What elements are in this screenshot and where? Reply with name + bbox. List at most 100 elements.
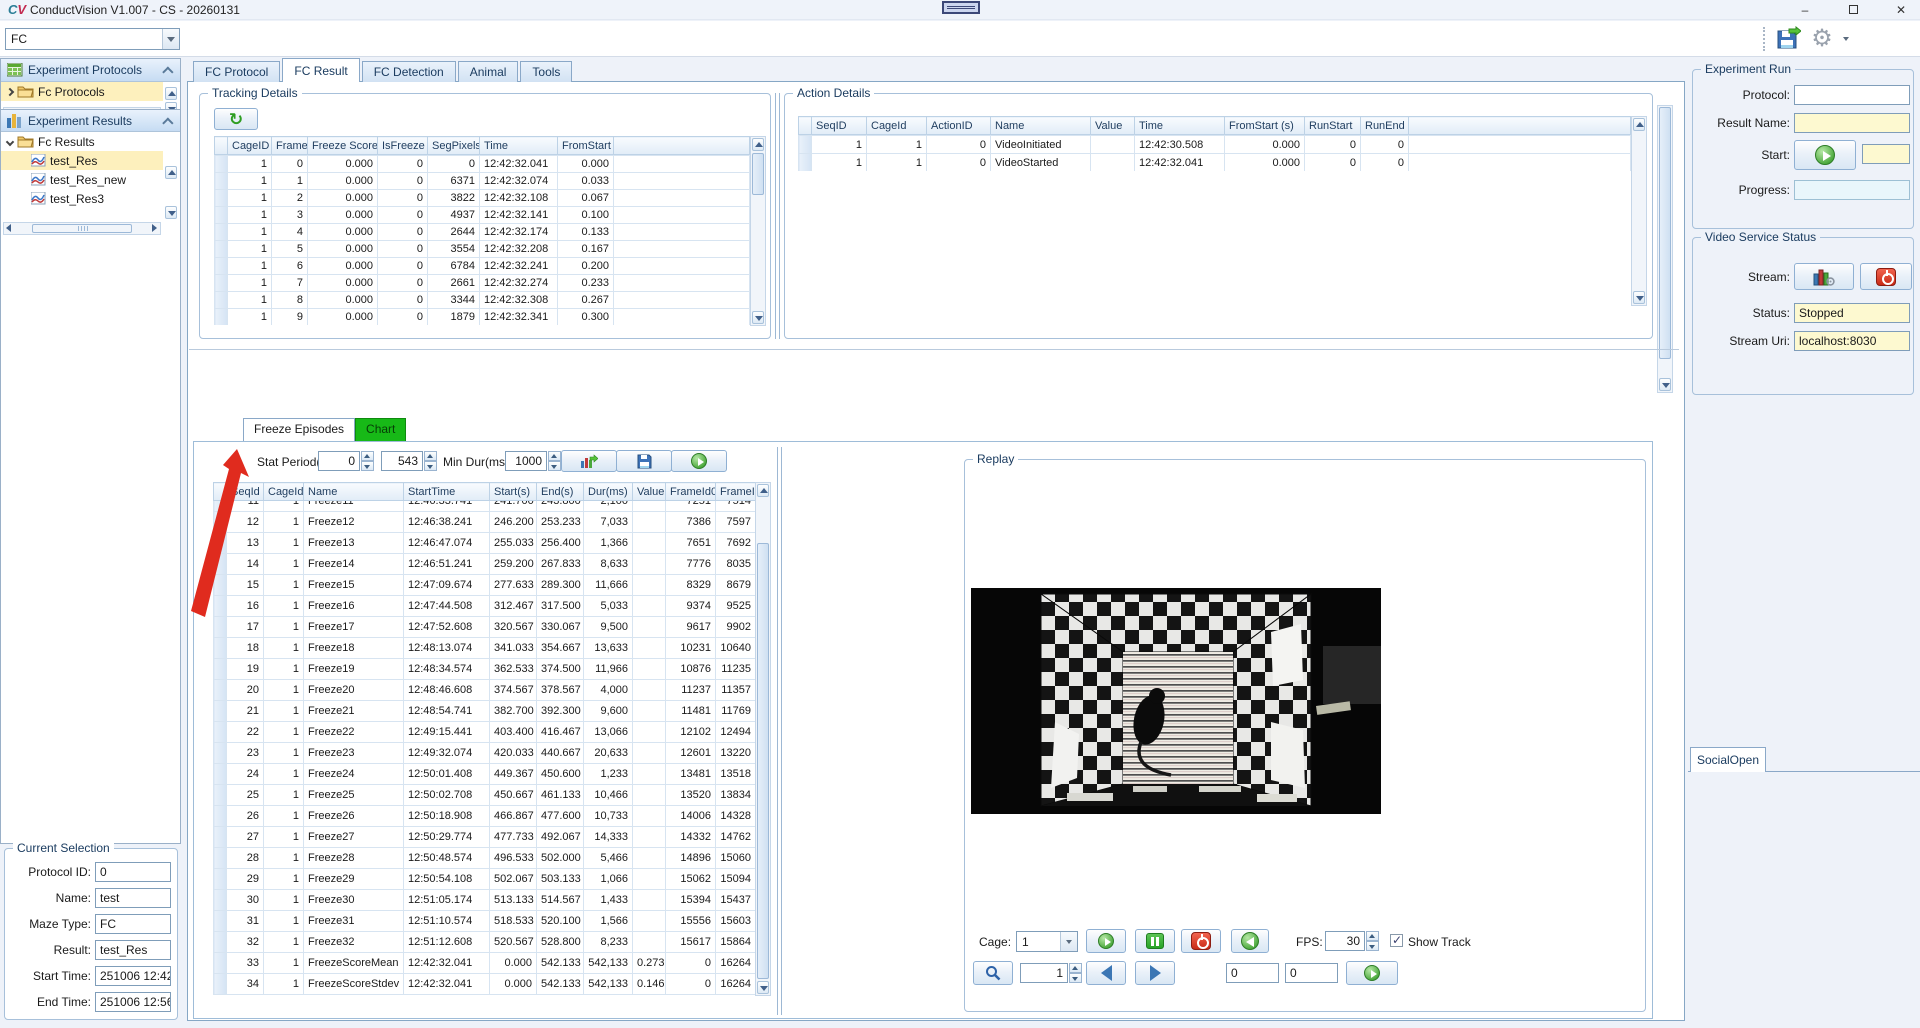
table-cell[interactable]: 4937 bbox=[427, 206, 480, 224]
table-cell[interactable]: 1,066 bbox=[583, 868, 633, 890]
table-cell[interactable]: 1 bbox=[263, 511, 304, 533]
stat-from-spinner[interactable]: 0 bbox=[318, 451, 374, 471]
table-cell[interactable]: 246.200 bbox=[489, 511, 537, 533]
action-table[interactable]: SeqID CageId ActionID Name Value Time FromStar… bbox=[798, 116, 1631, 171]
table-row[interactable]: 24 1 Freeze24 12:50:01.408 449.367 450.600 1,2… bbox=[213, 763, 755, 785]
table-cell[interactable]: 0 bbox=[377, 223, 428, 241]
table-cell[interactable]: 5 bbox=[271, 240, 308, 258]
table-cell[interactable] bbox=[632, 931, 666, 953]
table-cell[interactable] bbox=[632, 784, 666, 806]
table-cell[interactable]: 21 bbox=[226, 700, 264, 722]
table-cell[interactable]: 12:51:10.574 bbox=[403, 910, 490, 932]
table-cell[interactable]: 5,033 bbox=[583, 595, 633, 617]
row-selector[interactable] bbox=[213, 931, 227, 953]
stat-to-value[interactable]: 543 bbox=[381, 451, 423, 471]
row-selector[interactable] bbox=[213, 952, 227, 974]
table-cell[interactable] bbox=[1090, 153, 1135, 171]
table-row[interactable]: 25 1 Freeze25 12:50:02.708 450.667 461.133 10,… bbox=[213, 784, 755, 806]
table-cell[interactable] bbox=[632, 763, 666, 785]
row-selector[interactable] bbox=[213, 658, 227, 680]
table-cell[interactable]: 0.200 bbox=[557, 257, 614, 275]
table-cell[interactable]: Freeze19 bbox=[303, 658, 404, 680]
table-cell[interactable] bbox=[632, 574, 666, 596]
replay-rewind-button[interactable] bbox=[1231, 929, 1269, 953]
range-to-field[interactable]: 0 bbox=[1285, 963, 1338, 983]
prev-frame-button[interactable] bbox=[1086, 961, 1126, 985]
table-cell[interactable]: 320.567 bbox=[489, 616, 537, 638]
table-cell[interactable]: 0 bbox=[1304, 135, 1361, 154]
table-cell[interactable]: 528.800 bbox=[536, 931, 584, 953]
table-cell[interactable]: 12:42:32.174 bbox=[479, 223, 558, 241]
table-cell[interactable]: 9374 bbox=[665, 595, 716, 617]
scroll-left-icon[interactable] bbox=[4, 224, 15, 233]
table-cell[interactable]: 12494 bbox=[715, 721, 755, 743]
spin-up-icon[interactable] bbox=[1366, 931, 1379, 941]
table-cell[interactable]: 18 bbox=[226, 637, 264, 659]
table-row[interactable]: 18 1 Freeze18 12:48:13.074 341.033 354.667 13,… bbox=[213, 637, 755, 659]
row-selector[interactable] bbox=[214, 172, 228, 190]
table-cell[interactable]: 520.100 bbox=[536, 910, 584, 932]
spin-up-icon[interactable] bbox=[1069, 963, 1082, 973]
table-cell[interactable]: 362.533 bbox=[489, 658, 537, 680]
save-export-button[interactable] bbox=[1772, 24, 1804, 54]
table-cell[interactable]: 6784 bbox=[427, 257, 480, 275]
frame-search-button[interactable] bbox=[973, 961, 1013, 985]
tab-chart[interactable]: Chart bbox=[355, 418, 407, 441]
table-cell[interactable]: 14006 bbox=[665, 805, 716, 827]
table-row[interactable]: 14 1 Freeze14 12:46:51.241 259.200 267.833 8,6… bbox=[213, 553, 755, 575]
table-row[interactable]: 26 1 Freeze26 12:50:18.908 466.867 477.600 10,… bbox=[213, 805, 755, 827]
table-row[interactable]: 17 1 Freeze17 12:47:52.608 320.567 330.067 9,5… bbox=[213, 616, 755, 638]
table-cell[interactable]: 1 bbox=[227, 223, 272, 241]
table-cell[interactable]: 11769 bbox=[715, 700, 755, 722]
min-dur-value[interactable]: 1000 bbox=[505, 451, 547, 471]
combo-dropdown-button[interactable] bbox=[162, 29, 179, 49]
table-cell[interactable]: 1 bbox=[263, 784, 304, 806]
table-cell[interactable]: 12:46:38.241 bbox=[403, 511, 490, 533]
table-cell[interactable]: 12:42:32.341 bbox=[479, 308, 558, 325]
table-cell[interactable]: 32 bbox=[226, 931, 264, 953]
table-cell[interactable]: Freeze27 bbox=[303, 826, 404, 848]
table-cell[interactable] bbox=[632, 868, 666, 890]
table-cell[interactable]: 1 bbox=[263, 742, 304, 764]
table-cell[interactable]: 13220 bbox=[715, 742, 755, 764]
vertical-splitter[interactable] bbox=[777, 447, 782, 1015]
table-cell[interactable]: 1 bbox=[227, 155, 272, 173]
table-row[interactable]: 21 1 Freeze21 12:48:54.741 382.700 392.300 9,6… bbox=[213, 700, 755, 722]
table-cell[interactable] bbox=[1090, 135, 1135, 154]
table-cell[interactable]: Freeze20 bbox=[303, 679, 404, 701]
table-cell[interactable]: 1 bbox=[263, 952, 304, 974]
table-cell[interactable]: 7651 bbox=[665, 532, 716, 554]
table-cell[interactable]: 13520 bbox=[665, 784, 716, 806]
panel-header-protocols[interactable]: Experiment Protocols bbox=[1, 59, 180, 82]
table-cell[interactable]: 382.700 bbox=[489, 700, 537, 722]
table-cell[interactable]: 20 bbox=[226, 679, 264, 701]
table-cell[interactable]: 12102 bbox=[665, 721, 716, 743]
table-cell[interactable]: 7386 bbox=[665, 511, 716, 533]
table-cell[interactable]: 1 bbox=[263, 679, 304, 701]
table-cell[interactable]: 12:48:54.741 bbox=[403, 700, 490, 722]
table-cell[interactable]: 0.273 bbox=[632, 952, 666, 974]
table-cell[interactable]: 9525 bbox=[715, 595, 755, 617]
table-row[interactable]: 13 1 Freeze13 12:46:47.074 255.033 256.400 1,3… bbox=[213, 532, 755, 554]
table-cell[interactable]: 8329 bbox=[665, 574, 716, 596]
table-cell[interactable]: 1 bbox=[263, 532, 304, 554]
table-cell[interactable]: 461.133 bbox=[536, 784, 584, 806]
table-cell[interactable]: 7692 bbox=[715, 532, 755, 554]
maximize-button[interactable] bbox=[1834, 0, 1872, 19]
table-cell[interactable]: VideoStarted bbox=[990, 153, 1091, 171]
column-header[interactable]: RunStart bbox=[1304, 116, 1361, 135]
scroll-down-icon[interactable] bbox=[165, 206, 177, 219]
table-cell[interactable]: 15864 bbox=[715, 931, 755, 953]
frame-index-value[interactable]: 1 bbox=[1020, 963, 1068, 983]
table-cell[interactable]: 8 bbox=[271, 291, 308, 309]
table-cell[interactable]: 354.667 bbox=[536, 637, 584, 659]
table-cell[interactable]: 34 bbox=[226, 973, 264, 995]
table-cell[interactable]: 22 bbox=[226, 721, 264, 743]
table-cell[interactable]: 12:42:32.108 bbox=[479, 189, 558, 207]
toolbar-overflow-button[interactable] bbox=[1843, 37, 1849, 55]
table-cell[interactable]: 341.033 bbox=[489, 637, 537, 659]
results-hscrollbar[interactable] bbox=[3, 222, 161, 235]
row-selector[interactable] bbox=[213, 910, 227, 932]
row-selector[interactable] bbox=[214, 223, 228, 241]
table-cell[interactable]: 0 bbox=[377, 257, 428, 275]
